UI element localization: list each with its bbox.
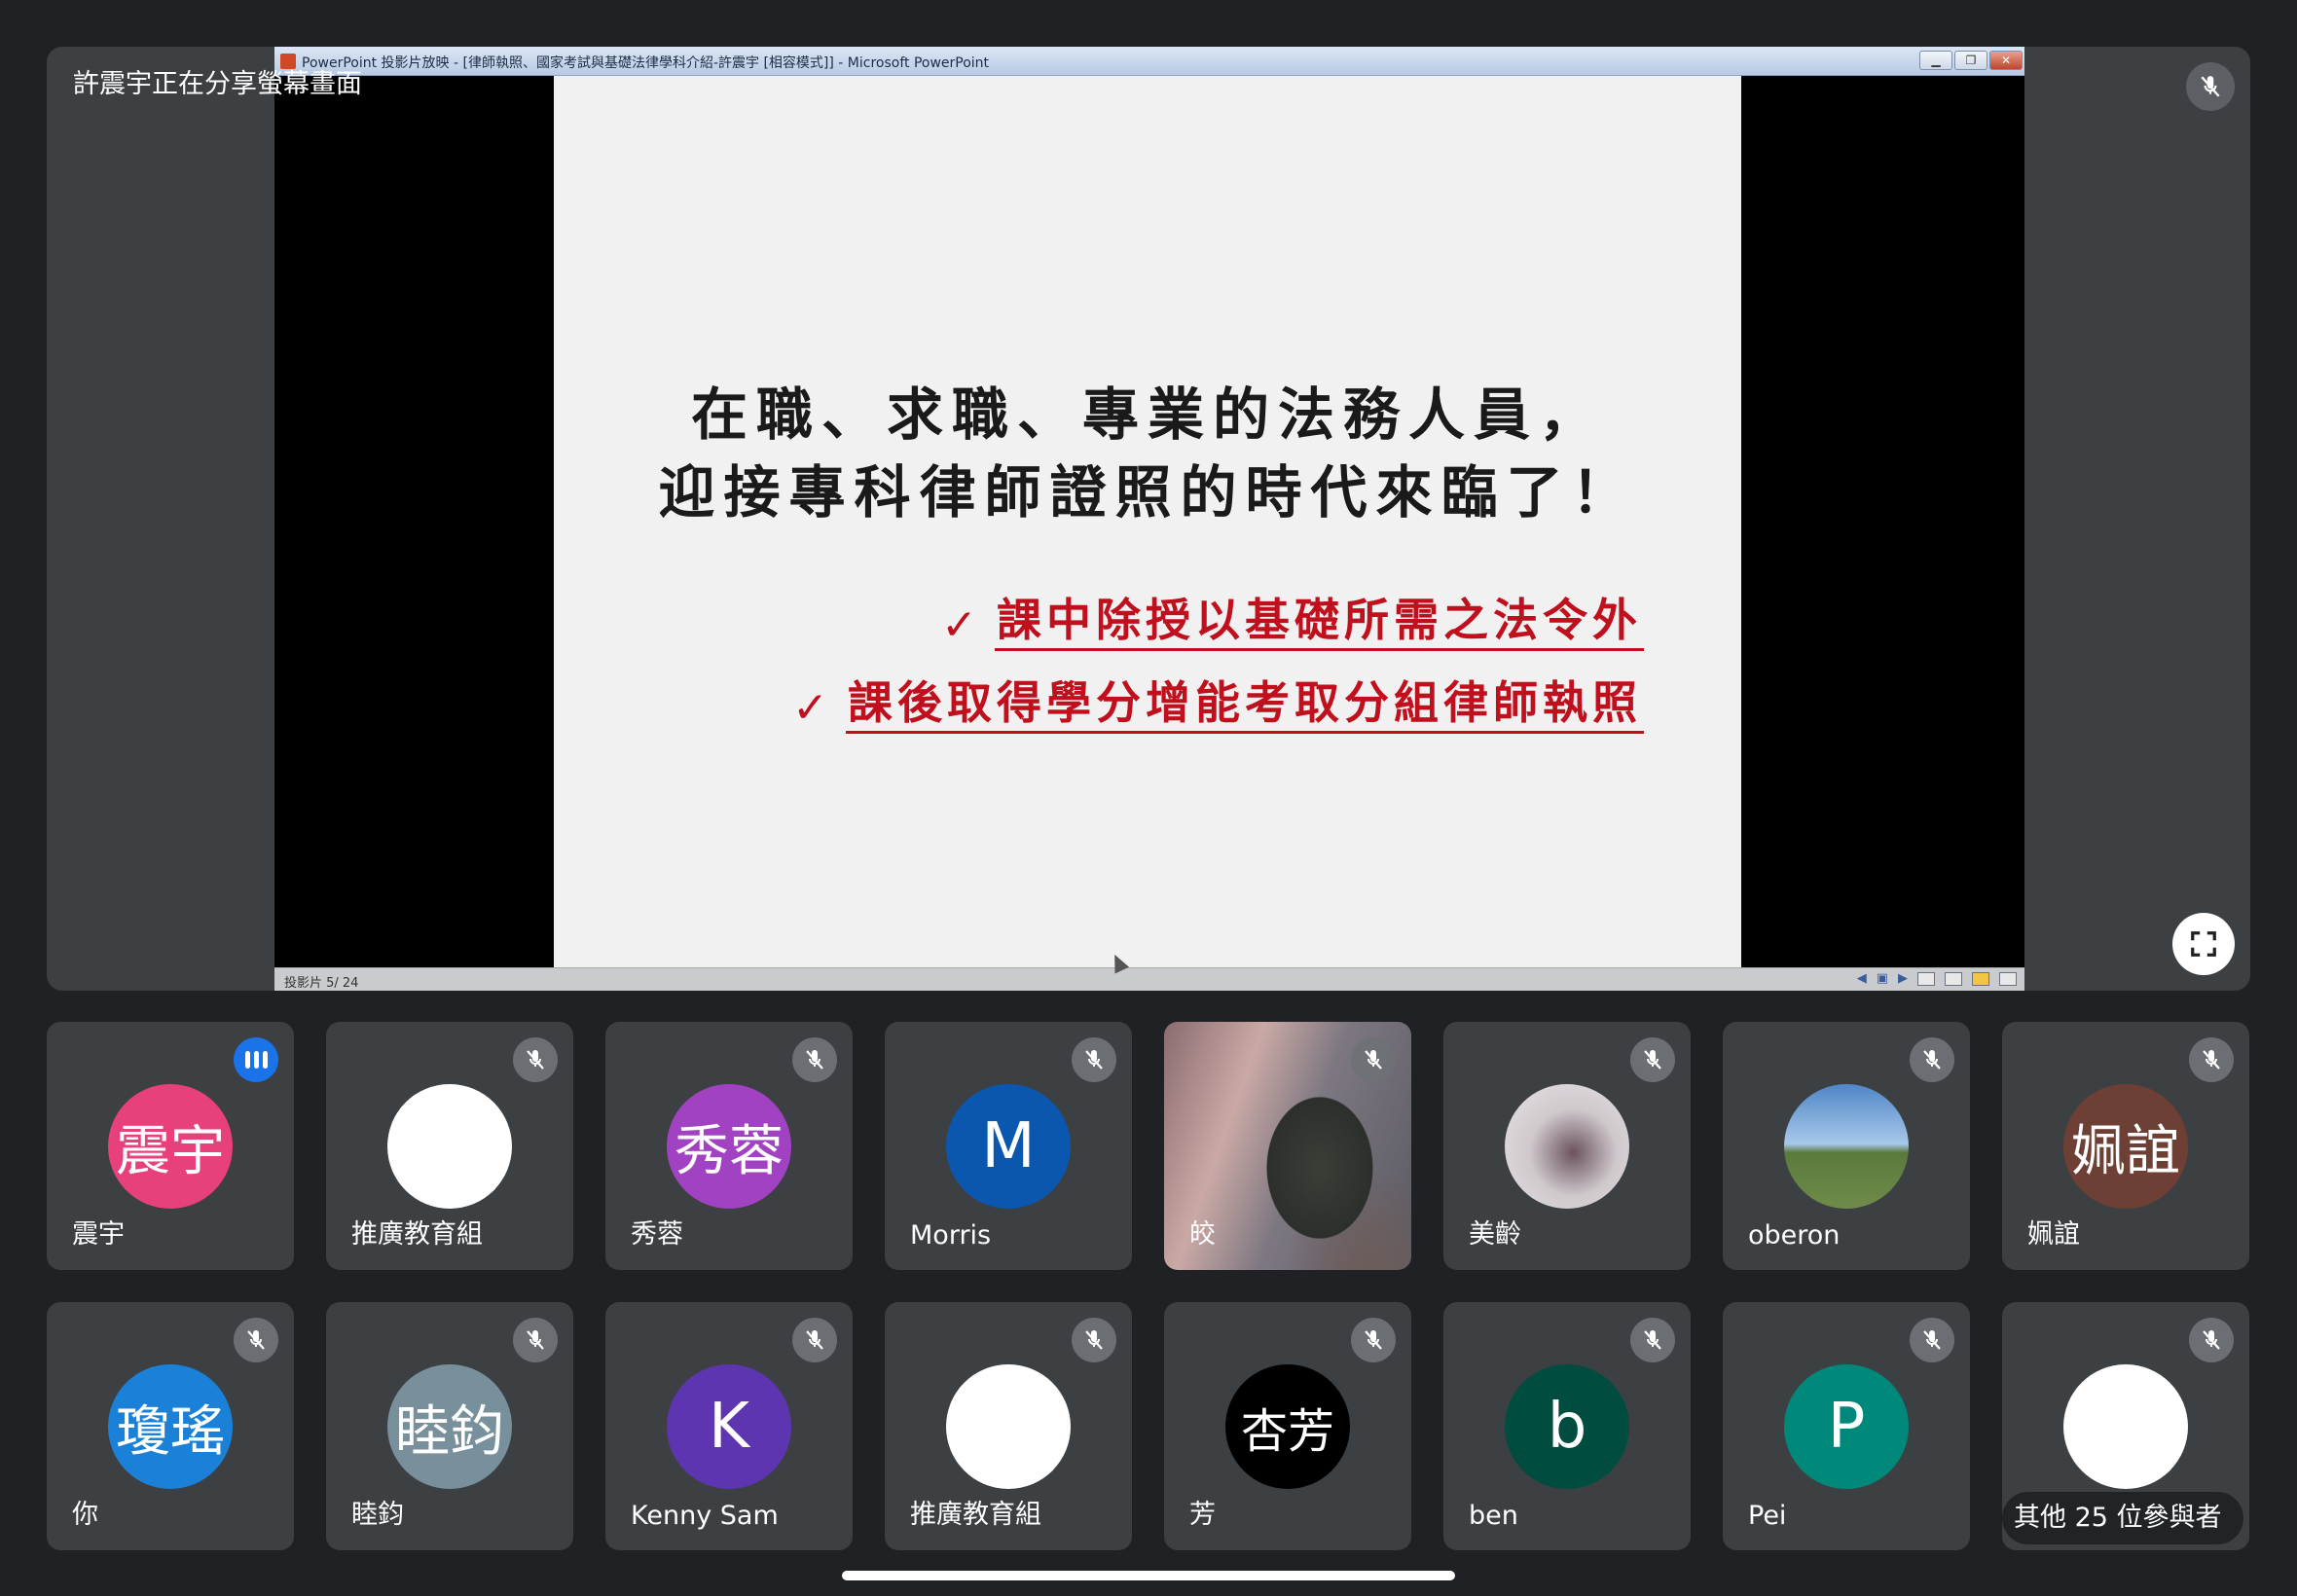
presentation-stage[interactable]: 許震宇正在分享螢幕畫面 PowerPoint 投影片放映 - [律師執照、國家考… <box>47 47 2250 991</box>
avatar: K <box>667 1364 791 1489</box>
mic-off-icon <box>2189 1037 2234 1082</box>
slide-heading-line2: 迎接專科律師證照的時代來臨了！ <box>658 459 1637 526</box>
participant-tile[interactable]: 姵誼 姵誼 <box>2002 1022 2249 1270</box>
menu-icon[interactable]: ▣ <box>1877 972 1888 986</box>
participant-name: ben <box>1469 1501 1518 1531</box>
reading-view-icon[interactable] <box>1972 972 1989 986</box>
slide-sorter-icon[interactable] <box>1945 972 1962 986</box>
participant-name: 推廣教育組 <box>351 1219 483 1250</box>
slideshow-icon[interactable] <box>1999 972 2017 986</box>
next-slide-icon[interactable]: ▶ <box>1898 972 1908 986</box>
audio-level-icon <box>234 1037 278 1082</box>
participant-tile[interactable]: K Kenny Sam <box>605 1302 853 1550</box>
mic-off-icon <box>1351 1037 1396 1082</box>
presenter-label: 許震宇正在分享螢幕畫面 <box>73 69 362 99</box>
mic-off-icon <box>513 1318 558 1362</box>
participant-name: 皎 <box>1189 1219 1216 1250</box>
slide-bullet-text: 課後取得學分增能考取分組律師執照 <box>846 676 1644 734</box>
participant-name: 芳 <box>1189 1500 1216 1530</box>
checkmark-icon: ✓ <box>941 600 977 650</box>
participant-tile-self[interactable]: 瓊瑤 你 <box>47 1302 294 1550</box>
participant-name: oberon <box>1748 1220 1841 1251</box>
participant-name: 推廣教育組 <box>910 1500 1041 1530</box>
logo-avatar: 中山 推教 <box>387 1084 512 1209</box>
mic-off-icon <box>1351 1318 1396 1362</box>
mic-off-icon <box>2189 1318 2234 1362</box>
mic-off-icon <box>1630 1318 1675 1362</box>
mic-off-icon <box>1910 1037 1954 1082</box>
more-participants-tile[interactable]: 中山 推教 其他 25 位參與者 <box>2002 1302 2249 1550</box>
mic-off-icon <box>513 1037 558 1082</box>
window-titlebar: PowerPoint 投影片放映 - [律師執照、國家考試與基礎法律學科介紹-許… <box>274 47 2024 76</box>
checkmark-icon: ✓ <box>792 683 828 733</box>
participant-video-tile[interactable]: 皎 <box>1164 1022 1411 1270</box>
mic-off-icon <box>792 1037 837 1082</box>
slide-bullet-list: ✓ 課中除授以基礎所需之法令外 ✓ 課後取得學分增能考取分組律師執照 <box>729 594 1644 759</box>
avatar: 秀蓉 <box>667 1084 791 1209</box>
close-window-button[interactable]: ✕ <box>1989 51 2023 70</box>
participant-tile[interactable]: 杏芳 芳 <box>1164 1302 1411 1550</box>
home-indicator[interactable] <box>842 1571 1455 1580</box>
logo-avatar: 中山 推教 <box>2063 1364 2188 1489</box>
mic-off-icon <box>1910 1318 1954 1362</box>
minimize-button[interactable]: ▁ <box>1919 51 1952 70</box>
normal-view-icon[interactable] <box>1917 972 1935 986</box>
powerpoint-window: PowerPoint 投影片放映 - [律師執照、國家考試與基礎法律學科介紹-許… <box>274 47 2024 991</box>
participant-tile[interactable]: 中山 推教 推廣教育組 <box>885 1302 1132 1550</box>
participant-tile[interactable]: M Morris <box>885 1022 1132 1270</box>
participant-tile[interactable]: 睦鈞 睦鈞 <box>326 1302 573 1550</box>
participant-name: 姵誼 <box>2027 1219 2080 1250</box>
mic-off-icon <box>234 1318 278 1362</box>
slide: 在職、求職、專業的法務人員， 迎接專科律師證照的時代來臨了！ ✓ 課中除授以基礎… <box>554 76 1741 967</box>
fullscreen-button[interactable] <box>2172 913 2235 975</box>
participant-name: 秀蓉 <box>631 1219 683 1250</box>
slide-bullet: ✓ 課後取得學分增能考取分組律師執照 <box>729 676 1644 734</box>
participant-tile[interactable]: 秀蓉 秀蓉 <box>605 1022 853 1270</box>
logo-avatar: 中山 推教 <box>946 1364 1071 1489</box>
participant-name: 震宇 <box>72 1219 125 1250</box>
photo-avatar <box>1784 1084 1909 1209</box>
avatar: M <box>946 1084 1071 1209</box>
more-participants-label[interactable]: 其他 25 位參與者 <box>2002 1492 2243 1544</box>
participant-name: 你 <box>72 1500 98 1530</box>
avatar: 瓊瑤 <box>108 1364 233 1489</box>
participant-tile[interactable]: 震宇 震宇 <box>47 1022 294 1270</box>
participant-name: Morris <box>910 1220 992 1251</box>
slide-bullet: ✓ 課中除授以基礎所需之法令外 <box>729 594 1644 651</box>
participant-tile[interactable]: b ben <box>1443 1302 1691 1550</box>
fullscreen-icon <box>2191 931 2216 957</box>
photo-avatar <box>1505 1084 1629 1209</box>
participant-name: 睦鈞 <box>351 1500 404 1530</box>
mic-off-icon <box>1630 1037 1675 1082</box>
avatar: P <box>1784 1364 1909 1489</box>
mic-off-icon <box>1072 1318 1116 1362</box>
mic-off-icon <box>1072 1037 1116 1082</box>
participant-tile[interactable]: 中山 推教 推廣教育組 <box>326 1022 573 1270</box>
mic-off-icon <box>792 1318 837 1362</box>
participant-name: Kenny Sam <box>631 1501 779 1531</box>
avatar: b <box>1505 1364 1629 1489</box>
avatar: 震宇 <box>108 1084 233 1209</box>
slide-heading-line1: 在職、求職、專業的法務人員， <box>690 381 1604 448</box>
powerpoint-status-bar: 投影片 5/ 24 ◀ ▣ ▶ <box>274 967 2024 991</box>
previous-slide-icon[interactable]: ◀ <box>1857 972 1867 986</box>
slide-number: 投影片 5/ 24 <box>284 976 359 991</box>
participant-name: Pei <box>1748 1501 1787 1531</box>
avatar: 杏芳 <box>1225 1364 1350 1489</box>
participant-tile[interactable]: oberon <box>1723 1022 1970 1270</box>
window-title: PowerPoint 投影片放映 - [律師執照、國家考試與基礎法律學科介紹-許… <box>302 55 990 71</box>
participant-name: 美齡 <box>1469 1219 1521 1250</box>
avatar: 姵誼 <box>2063 1084 2188 1209</box>
participant-tile[interactable]: P Pei <box>1723 1302 1970 1550</box>
restore-button[interactable]: ❐ <box>1954 51 1987 70</box>
slide-bullet-text: 課中除授以基礎所需之法令外 <box>995 594 1644 651</box>
mic-off-icon <box>2186 62 2235 111</box>
avatar: 睦鈞 <box>387 1364 512 1489</box>
participant-tile[interactable]: 美齡 <box>1443 1022 1691 1270</box>
slide-heading: 在職、求職、專業的法務人員， 迎接專科律師證照的時代來臨了！ <box>554 376 1741 531</box>
